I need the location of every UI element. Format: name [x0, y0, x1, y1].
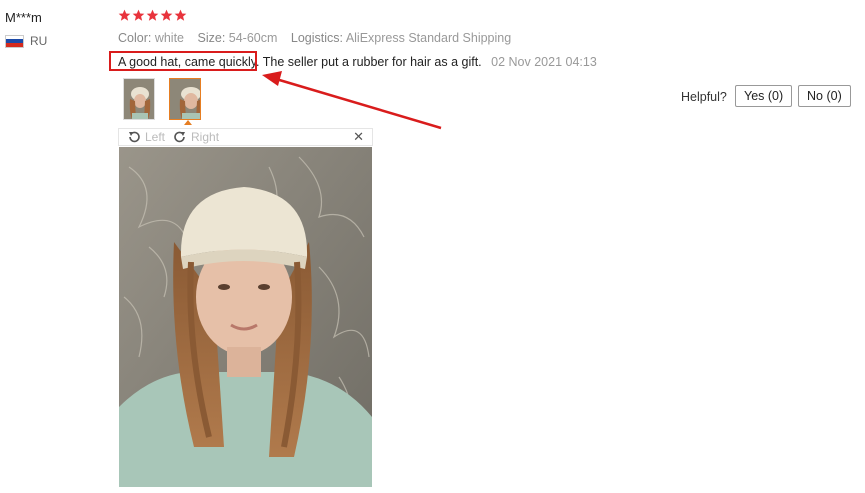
star-icon — [146, 9, 159, 21]
thumbnail-image — [124, 79, 154, 119]
attr-value-size: 54-60cm — [228, 31, 278, 45]
rotate-left-icon — [129, 131, 140, 143]
review-date: 02 Nov 2021 04:13 — [491, 55, 597, 69]
star-icon — [132, 9, 145, 21]
thumbnail-image — [170, 79, 200, 119]
review-photo-thumbnail[interactable] — [123, 78, 155, 120]
star-icon — [160, 9, 173, 21]
helpful-no-button[interactable]: No (0) — [798, 85, 851, 107]
review-photo-thumbnail-selected[interactable] — [169, 78, 201, 120]
reviewer-country: RU — [5, 34, 47, 48]
country-code: RU — [30, 34, 48, 48]
review-photo-image — [119, 147, 372, 487]
rotate-left-button[interactable]: Left — [127, 130, 165, 144]
star-icon — [174, 9, 187, 21]
photo-viewer-toolbar: Left Right ✕ — [118, 128, 373, 146]
review-rest: The seller put a rubber for hair as a gi… — [262, 55, 482, 69]
russia-flag-icon — [5, 34, 24, 48]
attr-key-logistics: Logistics: — [290, 31, 344, 45]
attr-key-color: Color: — [118, 31, 152, 45]
order-attributes: Color: white Size: 54-60cm Logistics: Al… — [118, 31, 521, 45]
star-icon — [118, 9, 131, 21]
highlight-box — [109, 51, 257, 71]
star-rating — [118, 9, 187, 22]
selected-thumb-indicator — [184, 120, 192, 125]
review-photo-large — [119, 147, 372, 487]
reviewer-name: M***m — [5, 10, 42, 25]
helpful-label: Helpful? — [681, 90, 727, 104]
rotate-left-label: Left — [145, 130, 166, 144]
attr-value-color: white — [154, 31, 185, 45]
rotate-right-label: Right — [191, 130, 220, 144]
rotate-right-icon — [174, 131, 186, 143]
attr-value-logistics: AliExpress Standard Shipping — [345, 31, 512, 45]
attr-key-size: Size: — [197, 31, 226, 45]
rotate-right-button[interactable]: Right — [173, 130, 219, 144]
helpful-yes-button[interactable]: Yes (0) — [735, 85, 793, 107]
close-icon: ✕ — [353, 129, 364, 144]
close-viewer-button[interactable]: ✕ — [353, 129, 364, 145]
